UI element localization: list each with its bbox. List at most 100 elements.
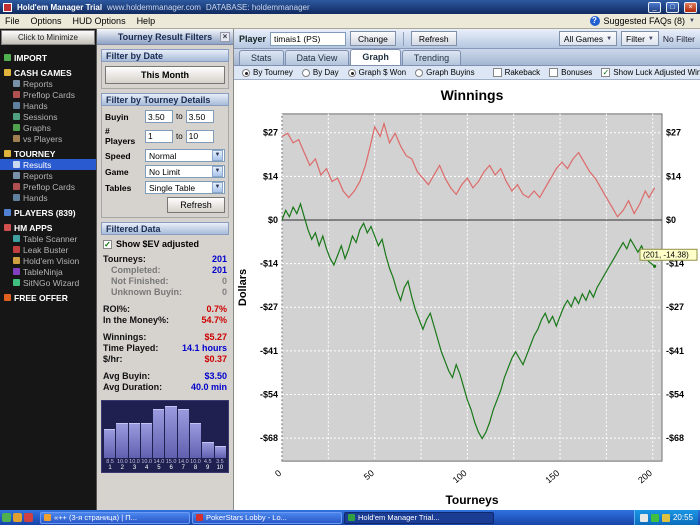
this-month-button[interactable]: This Month	[105, 66, 225, 84]
sidebar-item-preflop-cards[interactable]: Preflop Cards	[0, 89, 96, 100]
buyin-from-input[interactable]	[145, 110, 173, 123]
sidebar-label: Sessions	[23, 111, 58, 122]
quick-launch-icon[interactable]	[24, 513, 33, 522]
radio-by-tourney[interactable]: By Tourney	[242, 68, 293, 77]
sidebar-item-hold-em-vision[interactable]: Hold'em Vision	[0, 255, 96, 266]
sidebar-item-results[interactable]: Results	[0, 159, 96, 170]
all-games-label: All Games	[563, 33, 604, 44]
tab-graph[interactable]: Graph	[350, 49, 401, 65]
sidebar-label: Leak Buster	[23, 244, 69, 255]
filter-dropdown[interactable]: Filter ▼	[621, 31, 659, 46]
histogram-position-label: 10	[216, 465, 224, 471]
stat-row: In the Money%: 54.7%	[103, 314, 227, 325]
sidebar-section-tourney[interactable]: TOURNEY	[0, 148, 96, 159]
sidebar-item-graphs[interactable]: Graphs	[0, 122, 96, 133]
players-to-input[interactable]	[185, 129, 214, 143]
menu-help[interactable]: Help	[137, 16, 156, 26]
stat-label: Unknown Buyin:	[111, 286, 182, 297]
histogram-bar	[140, 423, 153, 458]
stat-row: ROI%: 0.7%	[103, 303, 227, 314]
stat-value: 0	[221, 286, 227, 297]
tray-icon[interactable]	[639, 513, 648, 522]
taskbar-button-hold-em-manager-trial[interactable]: Hold'em Manager Trial...	[344, 511, 494, 524]
hands-icon	[13, 102, 20, 109]
sidebar-section-cash-games[interactable]: CASH GAMES	[0, 67, 96, 78]
tab-data-view[interactable]: Data View	[284, 50, 350, 65]
close-icon[interactable]: ×	[220, 32, 230, 42]
radio-icon	[415, 68, 424, 77]
all-games-dropdown[interactable]: All Games ▼	[558, 31, 618, 46]
checkbox-rakeback[interactable]: Rakeback	[492, 68, 540, 77]
sidebar: Click to Minimize IMPORT CASH GAMES Report…	[0, 29, 96, 510]
radio-by-day[interactable]: By Day	[301, 68, 339, 77]
titlebar: Hold'em Manager Trial www.holdemmanager.…	[0, 0, 700, 14]
results-icon	[13, 161, 20, 168]
quick-launch-icon[interactable]	[13, 513, 22, 522]
tray-icon[interactable]	[661, 513, 670, 522]
minimize-window-button[interactable]: _	[648, 1, 661, 13]
stat-value: 201	[211, 253, 227, 264]
menu-file[interactable]: File	[5, 16, 20, 26]
tab-trending[interactable]: Trending	[401, 50, 462, 65]
radio-graph-buyins[interactable]: Graph Buyins	[415, 68, 475, 77]
maximize-window-button[interactable]: □	[666, 1, 679, 13]
taskbar-button-pokerstars-lobby-lo[interactable]: PokerStars Lobby - Lo...	[192, 511, 342, 524]
tables-value: Single Table	[149, 182, 196, 193]
sidebar-section-players-839[interactable]: PLAYERS (839)	[0, 207, 96, 218]
sidebar-section-free-offer[interactable]: FREE OFFER	[0, 292, 96, 303]
suggested-faqs[interactable]: Suggested FAQs (8)	[604, 16, 686, 26]
stat-label: Avg Duration:	[103, 381, 163, 392]
sidebar-item-leak-buster[interactable]: Leak Buster	[0, 244, 96, 255]
taskbar-button-3[interactable]: «++ (3-я страница) | П...	[40, 511, 190, 524]
checkbox-label: Show Luck Adjusted Winnings	[613, 68, 700, 77]
menu-hud-options[interactable]: HUD Options	[73, 16, 126, 26]
sidebar-item-sessions[interactable]: Sessions	[0, 111, 96, 122]
sidebar-item-tableninja[interactable]: TableNinja	[0, 266, 96, 277]
sidebar-item-sitngo-wizard[interactable]: SitNGo Wizard	[0, 277, 96, 288]
sidebar-item-preflop-cards[interactable]: Preflop Cards	[0, 181, 96, 192]
checkbox-icon: ✓	[601, 68, 611, 77]
change-player-button[interactable]: Change	[350, 31, 396, 46]
y-tick-label-left: -$14	[260, 259, 278, 269]
click-to-minimize-button[interactable]: Click to Minimize	[1, 30, 95, 45]
speed-select[interactable]: Normal ▼	[145, 149, 225, 162]
tables-select[interactable]: Single Table ▼	[145, 181, 225, 194]
stat-row: Avg Buyin: $3.50	[103, 370, 227, 381]
sidebar-label: Graphs	[23, 122, 51, 133]
question-icon: ?	[589, 16, 600, 26]
sidebar-item-hands[interactable]: Hands	[0, 100, 96, 111]
refresh-button[interactable]: Refresh	[410, 31, 457, 46]
sidebar-item-table-scanner[interactable]: Table Scanner	[0, 233, 96, 244]
sidebar-section-hm-apps[interactable]: HM APPS	[0, 222, 96, 233]
menu-options[interactable]: Options	[31, 16, 62, 26]
no-filter-status: No Filter	[662, 33, 695, 44]
buyin-to-input[interactable]	[185, 110, 214, 123]
winnings-chart[interactable]: $27 $27$14 $14$0 $0-$14 -$14-$27 -$27-$41 -$41…	[234, 80, 700, 510]
sidebar-item-reports[interactable]: Reports	[0, 170, 96, 181]
filter-refresh-button[interactable]: Refresh	[167, 197, 225, 213]
checkbox-bonuses[interactable]: Bonuses	[549, 68, 592, 77]
sidebar-label: PLAYERS (839)	[14, 207, 76, 218]
quick-launch-icon[interactable]	[2, 513, 11, 522]
y-tick-label-left: $0	[268, 215, 278, 225]
radio-graph-won[interactable]: Graph $ Won	[347, 68, 406, 77]
sidebar-section-import[interactable]: IMPORT	[0, 52, 96, 63]
x-tick-label: 50	[362, 468, 376, 482]
game-select[interactable]: No Limit ▼	[145, 165, 225, 178]
sidebar-item-vs-players[interactable]: vs Players	[0, 133, 96, 144]
tab-stats[interactable]: Stats	[239, 50, 284, 65]
sidebar-item-reports[interactable]: Reports	[0, 78, 96, 89]
player-name-field[interactable]: timais1 (PS)	[270, 31, 347, 46]
histogram-bar	[153, 409, 165, 458]
tray-icon[interactable]	[650, 513, 659, 522]
show-ev-adjusted-checkbox[interactable]: ✓ Show $EV adjusted	[103, 239, 227, 249]
filter-panel-header: Tourney Result Filters ×	[97, 29, 233, 45]
titlebar-site: www.holdemmanager.com	[107, 2, 201, 12]
checkbox-show-luck-adjusted-winnings[interactable]: ✓Show Luck Adjusted Winnings	[601, 68, 700, 77]
filtered-stats: Tourneys: 201 Completed: 201 Not Finished: 0 U…	[103, 253, 227, 392]
players-from-input[interactable]	[145, 129, 173, 143]
apps-icon	[4, 224, 11, 231]
sidebar-item-hands[interactable]: Hands	[0, 192, 96, 203]
histogram-position-label: 2	[120, 465, 124, 471]
close-window-button[interactable]: ×	[684, 1, 697, 13]
